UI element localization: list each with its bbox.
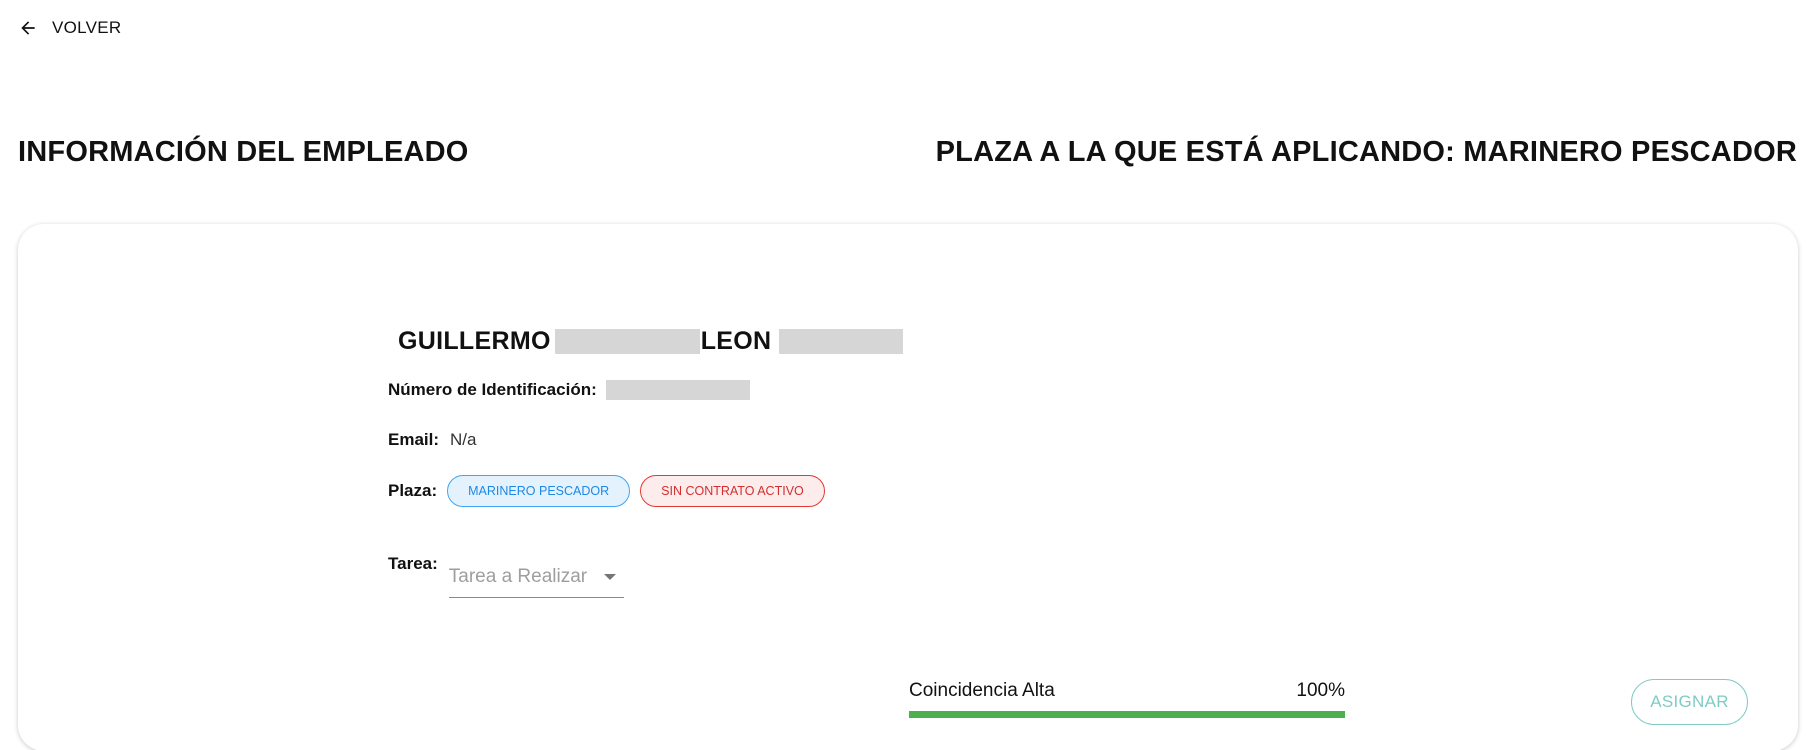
back-label: VOLVER	[52, 18, 122, 37]
match-indicator: Coincidencia Alta 100%	[909, 680, 1345, 718]
assign-button[interactable]: ASIGNAR	[1631, 679, 1748, 725]
email-row: Email: N/a	[388, 430, 477, 450]
redacted-id-value	[605, 380, 750, 400]
match-progress-fill	[909, 711, 1345, 718]
email-value: N/a	[450, 430, 477, 449]
tarea-row: Tarea: Tarea a Realizar	[388, 554, 624, 598]
applying-position-heading: PLAZA A LA QUE ESTÁ APLICANDO: MARINERO …	[935, 136, 1797, 168]
id-row: Número de Identificación:	[388, 380, 750, 400]
caret-down-icon	[603, 574, 616, 580]
plaza-label: Plaza:	[388, 481, 438, 500]
last-name: LEON	[700, 327, 772, 355]
task-select[interactable]: Tarea a Realizar	[448, 566, 624, 598]
page: VOLVER INFORMACIÓN DEL EMPLEADO PLAZA A …	[0, 0, 1814, 750]
position-chip: MARINERO PESCADOR	[447, 475, 631, 507]
redacted-second-last-name	[779, 329, 904, 354]
arrow-left-icon	[21, 21, 35, 35]
employee-card: GUILLERMO LEON Número de Identificación:…	[18, 224, 1798, 750]
email-label: Email:	[388, 430, 440, 449]
employee-info-heading: INFORMACIÓN DEL EMPLEADO	[18, 136, 469, 168]
employee-name: GUILLERMO LEON	[398, 327, 904, 356]
first-name: GUILLERMO	[398, 327, 551, 355]
match-label: Coincidencia Alta	[909, 680, 1055, 701]
match-percent: 100%	[1296, 680, 1345, 701]
back-button[interactable]: VOLVER	[18, 18, 122, 38]
plaza-row: Plaza: MARINERO PESCADOR SIN CONTRATO AC…	[388, 475, 825, 507]
task-select-placeholder: Tarea a Realizar	[448, 566, 588, 587]
redacted-middle-name	[554, 329, 700, 354]
match-progress-track	[909, 711, 1345, 718]
id-label: Número de Identificación:	[388, 380, 597, 399]
tarea-label: Tarea:	[388, 554, 438, 573]
contract-status-chip: SIN CONTRATO ACTIVO	[640, 475, 825, 507]
